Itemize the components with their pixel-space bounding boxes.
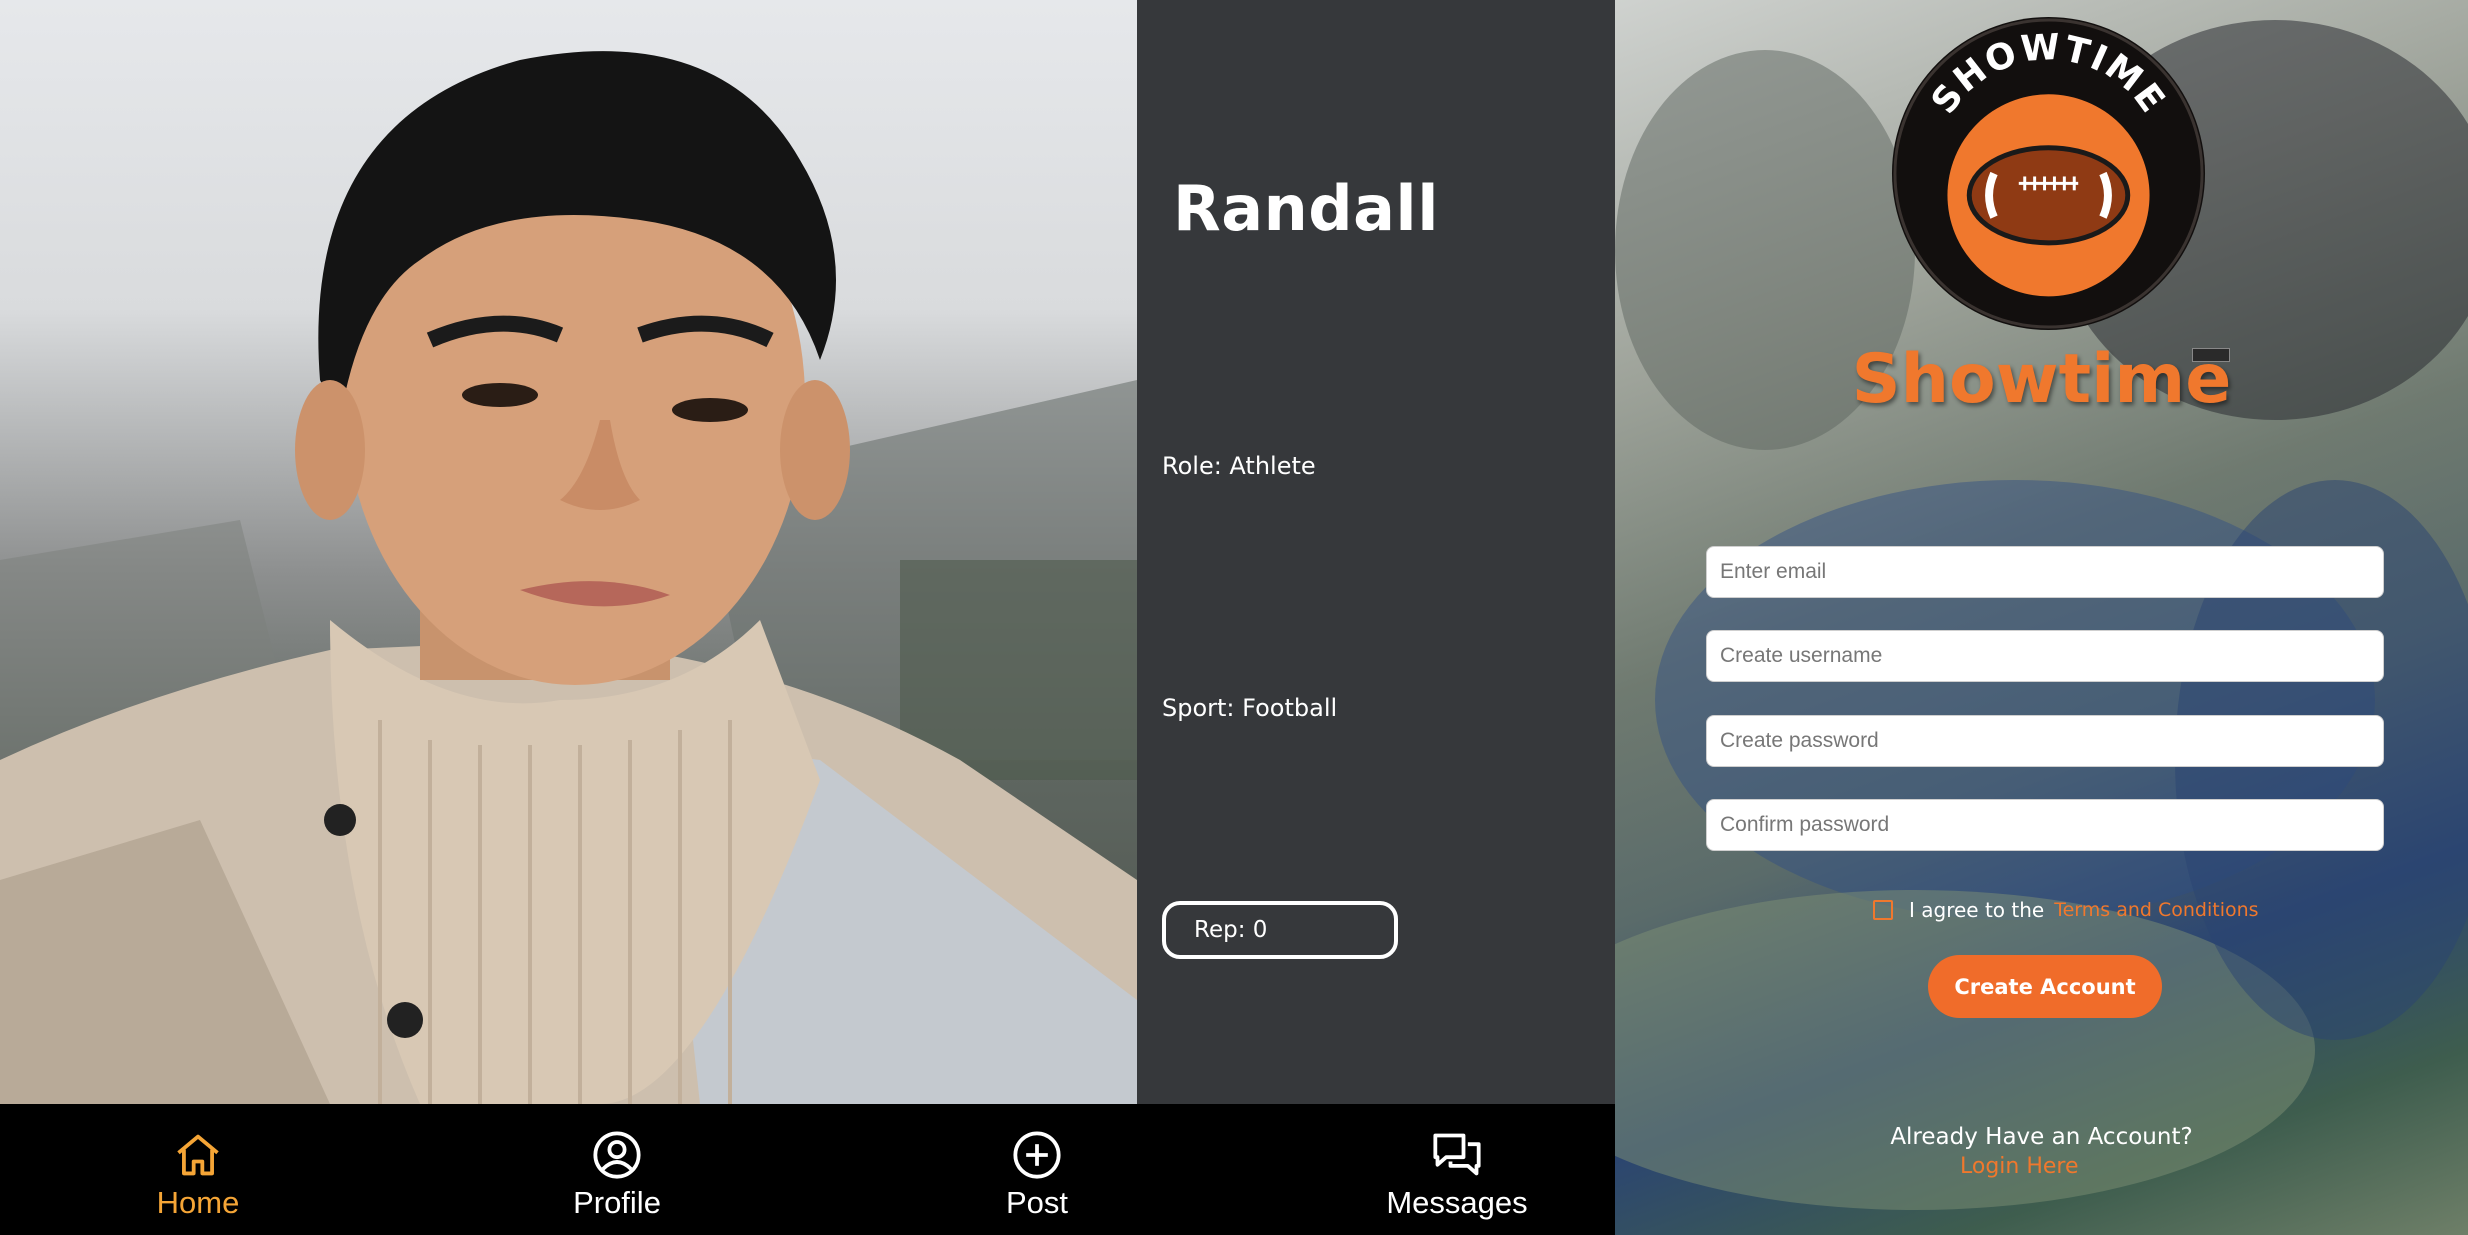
already-account-text: Already Have an Account? bbox=[1890, 1124, 2193, 1150]
user-circle-icon bbox=[593, 1130, 641, 1179]
chat-bubbles-icon bbox=[1433, 1133, 1481, 1175]
plus-circle-icon bbox=[1013, 1130, 1061, 1179]
nav-profile[interactable]: Profile bbox=[517, 1104, 717, 1235]
terms-agreement: I agree to the Terms and Conditions bbox=[1873, 898, 2259, 922]
nav-home-label: Home bbox=[156, 1184, 240, 1220]
rep-badge: Rep: 0 bbox=[1162, 901, 1398, 959]
terms-checkbox[interactable] bbox=[1873, 900, 1893, 920]
nav-post-label: Post bbox=[1005, 1184, 1069, 1220]
nav-profile-label: Profile bbox=[573, 1184, 661, 1220]
nav-messages-label: Messages bbox=[1386, 1184, 1528, 1220]
email-input[interactable] bbox=[1706, 546, 2384, 598]
profile-photo bbox=[0, 0, 1137, 1104]
brand-title: Showtime bbox=[1851, 340, 2232, 419]
terms-link[interactable]: Terms and Conditions bbox=[2054, 899, 2258, 921]
agree-text: I agree to the bbox=[1909, 898, 2045, 922]
portrait-illustration bbox=[0, 51, 1137, 1104]
username-input[interactable] bbox=[1706, 630, 2384, 682]
password-input[interactable] bbox=[1706, 715, 2384, 767]
profile-name: Randall bbox=[1173, 172, 1439, 245]
image-tag-badge bbox=[2192, 348, 2230, 362]
create-account-button[interactable]: Create Account bbox=[1928, 955, 2162, 1018]
nav-messages[interactable]: Messages bbox=[1357, 1104, 1557, 1235]
showtime-logo: SHOWTIME bbox=[1891, 16, 2206, 331]
bottom-nav: Home Profile Post Messages bbox=[0, 1104, 1615, 1235]
home-icon bbox=[177, 1134, 219, 1175]
login-link[interactable]: Login Here bbox=[1960, 1154, 2079, 1179]
nav-post[interactable]: Post bbox=[937, 1104, 1137, 1235]
profile-role: Role: Athlete bbox=[1162, 452, 1316, 480]
profile-info-panel: Randall Role: Athlete Sport: Football Re… bbox=[1137, 0, 1615, 1104]
signup-panel: SHOWTIME Showtime I agree to the Terms a… bbox=[1615, 0, 2468, 1235]
nav-home[interactable]: Home bbox=[98, 1104, 298, 1235]
confirm-password-input[interactable] bbox=[1706, 799, 2384, 851]
profile-sport: Sport: Football bbox=[1162, 694, 1338, 722]
